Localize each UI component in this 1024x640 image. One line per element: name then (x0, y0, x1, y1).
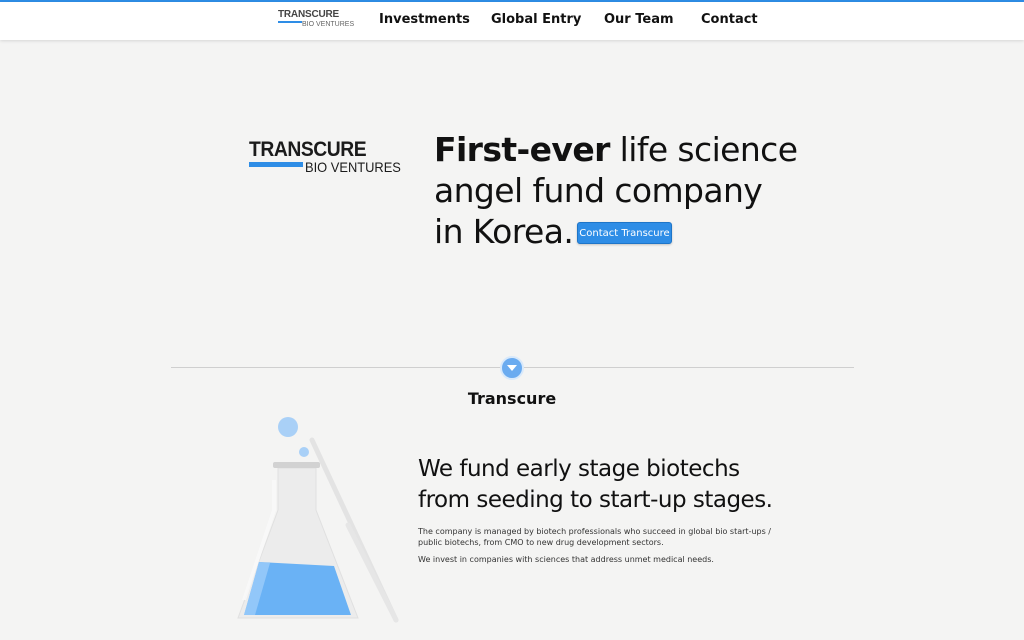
nav-logo-subtitle: BIO VENTURES (302, 21, 355, 28)
contact-transcure-button[interactable]: Contact Transcure (577, 222, 672, 244)
section-title: Transcure (467, 389, 557, 408)
hero-headline-line2: angel fund company (434, 171, 763, 210)
nav-link-global-entry[interactable]: Global Entry (491, 12, 581, 27)
hero-headline-line1: First-ever life science (434, 129, 854, 170)
hero-logo-bar (249, 162, 303, 167)
flask-icon (237, 417, 399, 623)
hero-logo-subtitle: BIO VENTURES (305, 159, 401, 175)
section-headline-line1: We fund early stage biotechs (418, 456, 740, 482)
hero-logo-title: TRANSCURE (249, 138, 367, 161)
section-headline: We fund early stage biotechs from seedin… (418, 454, 838, 516)
section-headline-line2: from seeding to start-up stages. (418, 487, 773, 513)
nav-link-investments[interactable]: Investments (379, 12, 470, 27)
section-paragraph-2: We invest in companies with sciences tha… (418, 555, 714, 564)
chevron-down-icon (507, 365, 517, 371)
hero-headline-rest: life science (609, 130, 798, 169)
nav-link-contact[interactable]: Contact (701, 12, 758, 27)
hero-headline-bold: First-ever (434, 130, 610, 169)
nav-logo-bar (278, 21, 302, 23)
navbar: TRANSCURE BIO VENTURES Investments Globa… (0, 2, 1024, 40)
nav-logo-title: TRANSCURE (278, 9, 339, 20)
scroll-down-button[interactable] (500, 356, 524, 380)
page: TRANSCURE BIO VENTURES Investments Globa… (0, 0, 1024, 640)
hero-logo: TRANSCURE BIO VENTURES (249, 138, 401, 179)
nav-link-our-team[interactable]: Our Team (604, 12, 674, 27)
nav-logo[interactable]: TRANSCURE BIO VENTURES (278, 9, 354, 32)
section-paragraph-1: The company is managed by biotech profes… (418, 527, 772, 547)
